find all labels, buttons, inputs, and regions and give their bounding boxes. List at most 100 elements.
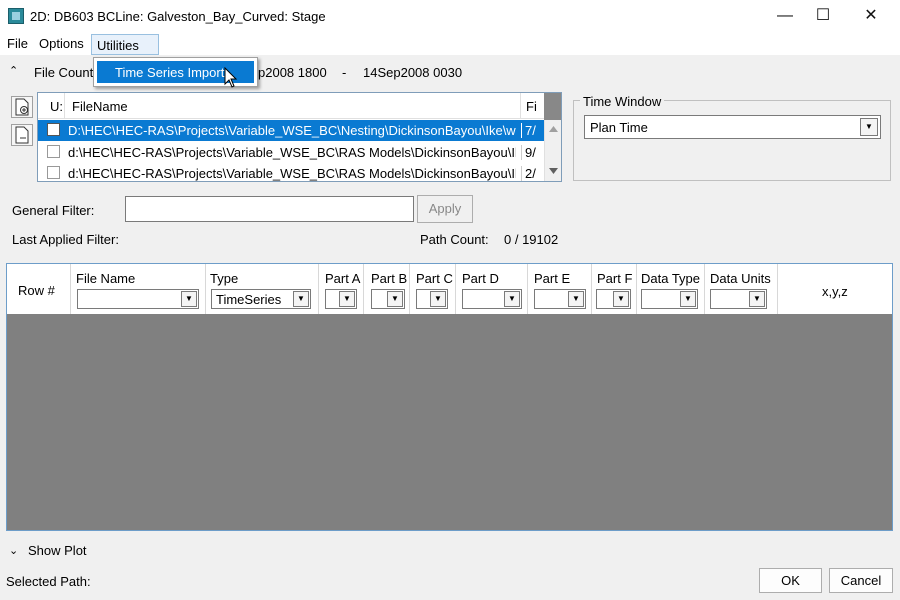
chevron-down-icon[interactable]: ▼ bbox=[749, 291, 765, 307]
file-row-date: 9/ bbox=[521, 145, 541, 160]
file-use-checkbox[interactable] bbox=[47, 166, 60, 179]
column-separator bbox=[318, 264, 319, 314]
file-row[interactable]: d:\HEC\HEC-RAS\Projects\Variable_WSE_BC\… bbox=[38, 142, 544, 163]
data-units-filter-select[interactable]: ▼ bbox=[710, 289, 767, 309]
file-name-filter-select[interactable]: ▼ bbox=[77, 289, 199, 309]
add-file-icon bbox=[15, 98, 29, 116]
part-c-filter-select[interactable]: ▼ bbox=[416, 289, 448, 309]
type-filter-value: TimeSeries bbox=[216, 292, 282, 307]
column-filename[interactable]: FileName bbox=[72, 99, 128, 114]
general-filter-input[interactable] bbox=[125, 196, 414, 222]
file-row[interactable]: d:\HEC\HEC-RAS\Projects\Variable_WSE_BC\… bbox=[38, 163, 544, 184]
grid-header: Row # File Name ▼ Type TimeSeries ▼ Part … bbox=[7, 264, 892, 314]
last-applied-filter-label: Last Applied Filter: bbox=[12, 232, 119, 247]
chevron-down-icon[interactable]: ▼ bbox=[568, 291, 584, 307]
file-row-name: D:\HEC\HEC-RAS\Projects\Variable_WSE_BC\… bbox=[68, 123, 516, 138]
header-part-d: Part D bbox=[462, 271, 499, 286]
chevron-down-icon[interactable]: ▼ bbox=[613, 291, 629, 307]
part-a-filter-select[interactable]: ▼ bbox=[325, 289, 357, 309]
selected-path-label: Selected Path: bbox=[6, 574, 91, 589]
path-count-label: Path Count: bbox=[420, 232, 489, 247]
data-type-filter-select[interactable]: ▼ bbox=[641, 289, 698, 309]
time-range-start: p2008 1800 bbox=[258, 65, 327, 80]
file-row-date: 7/ bbox=[521, 123, 541, 138]
general-filter-label: General Filter: bbox=[12, 203, 95, 218]
header-data-type: Data Type bbox=[641, 271, 701, 286]
part-b-filter-select[interactable]: ▼ bbox=[371, 289, 405, 309]
file-use-checkbox[interactable] bbox=[47, 123, 60, 136]
file-row[interactable]: D:\HEC\HEC-RAS\Projects\Variable_WSE_BC\… bbox=[38, 120, 544, 141]
ok-button[interactable]: OK bbox=[759, 568, 822, 593]
chevron-down-icon[interactable]: ▼ bbox=[293, 291, 309, 307]
time-range-dash: - bbox=[342, 65, 347, 80]
column-separator bbox=[64, 93, 65, 119]
path-count-value: 0 / 19102 bbox=[504, 232, 559, 247]
header-type: Type bbox=[210, 271, 239, 286]
header-part-a: Part A bbox=[325, 271, 361, 286]
file-row-date: 2/ bbox=[521, 166, 541, 181]
time-window-legend: Time Window bbox=[580, 94, 665, 109]
remove-file-icon bbox=[15, 126, 29, 144]
close-button[interactable]: ✕ bbox=[848, 0, 894, 32]
column-use[interactable]: U: bbox=[50, 99, 63, 114]
window-title: 2D: DB603 BCLine: Galveston_Bay_Curved: … bbox=[30, 9, 326, 24]
header-part-c: Part C bbox=[416, 271, 453, 286]
app-icon bbox=[8, 8, 24, 24]
chevron-down-icon[interactable]: ▼ bbox=[387, 291, 403, 307]
column-separator bbox=[527, 264, 528, 314]
type-filter-select[interactable]: TimeSeries ▼ bbox=[211, 289, 311, 309]
column-separator bbox=[777, 264, 778, 314]
add-file-button[interactable] bbox=[11, 96, 33, 118]
column-separator bbox=[363, 264, 364, 314]
column-separator bbox=[520, 93, 521, 119]
file-count-label: File Count bbox=[34, 65, 94, 80]
row-number-header: Row # bbox=[18, 283, 55, 298]
remove-file-button[interactable] bbox=[11, 124, 33, 146]
time-window-group bbox=[573, 100, 891, 181]
column-separator bbox=[70, 264, 71, 314]
column-separator bbox=[409, 264, 410, 314]
chevron-down-icon[interactable]: ▼ bbox=[504, 291, 520, 307]
apply-button[interactable]: Apply bbox=[417, 195, 473, 223]
file-use-checkbox[interactable] bbox=[47, 145, 60, 158]
chevron-down-icon[interactable]: ▼ bbox=[339, 291, 355, 307]
expand-caret-icon[interactable]: ⌄ bbox=[9, 544, 18, 557]
maximize-button[interactable]: ☐ bbox=[800, 0, 846, 32]
part-d-filter-select[interactable]: ▼ bbox=[462, 289, 522, 309]
chevron-down-icon[interactable]: ▼ bbox=[181, 291, 197, 307]
path-grid: Row # File Name ▼ Type TimeSeries ▼ Part … bbox=[6, 263, 893, 531]
file-list-header: U: FileName Fi bbox=[38, 93, 561, 119]
header-xyz: x,y,z bbox=[822, 284, 848, 299]
time-window-select[interactable]: Plan Time ▼ bbox=[584, 115, 881, 139]
file-list-scrollbar[interactable] bbox=[544, 120, 561, 181]
chevron-down-icon[interactable]: ▼ bbox=[680, 291, 696, 307]
time-range-end: 14Sep2008 0030 bbox=[363, 65, 463, 80]
column-separator bbox=[455, 264, 456, 314]
scroll-down-icon[interactable] bbox=[549, 168, 558, 174]
header-file-name: File Name bbox=[76, 271, 136, 286]
header-part-e: Part E bbox=[534, 271, 571, 286]
title-bar: 2D: DB603 BCLine: Galveston_Bay_Curved: … bbox=[0, 0, 900, 32]
chevron-down-icon[interactable]: ▼ bbox=[860, 118, 878, 136]
file-row-name: d:\HEC\HEC-RAS\Projects\Variable_WSE_BC\… bbox=[68, 145, 516, 160]
chevron-down-icon[interactable]: ▼ bbox=[430, 291, 446, 307]
column-date[interactable]: Fi bbox=[526, 99, 537, 114]
menu-options[interactable]: Options bbox=[39, 36, 84, 54]
part-f-filter-select[interactable]: ▼ bbox=[596, 289, 631, 309]
header-part-b: Part B bbox=[371, 271, 408, 286]
collapse-caret-icon[interactable]: ⌃ bbox=[9, 64, 18, 77]
column-separator bbox=[205, 264, 206, 314]
time-window-value: Plan Time bbox=[590, 120, 648, 135]
menu-file[interactable]: File bbox=[7, 36, 28, 54]
scroll-corner bbox=[544, 93, 561, 120]
menu-utilities[interactable]: Utilities bbox=[91, 34, 159, 55]
part-e-filter-select[interactable]: ▼ bbox=[534, 289, 586, 309]
file-row-name: d:\HEC\HEC-RAS\Projects\Variable_WSE_BC\… bbox=[68, 166, 516, 181]
scroll-up-icon[interactable] bbox=[549, 126, 558, 132]
column-separator bbox=[704, 264, 705, 314]
cancel-button[interactable]: Cancel bbox=[829, 568, 893, 593]
column-separator bbox=[636, 264, 637, 314]
show-plot-toggle[interactable]: Show Plot bbox=[28, 543, 87, 558]
mouse-cursor-icon bbox=[224, 67, 238, 88]
column-separator bbox=[591, 264, 592, 314]
